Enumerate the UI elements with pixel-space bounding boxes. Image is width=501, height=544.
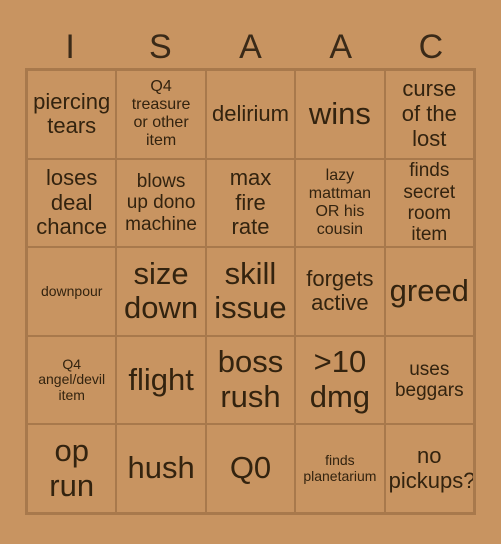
bingo-cell-label: greed	[389, 273, 469, 309]
bingo-cell-r2c0[interactable]: downpour	[27, 247, 117, 336]
bingo-cell-label: Q4 treasure or other item	[131, 78, 191, 150]
bingo-cell-label: delirium	[211, 100, 289, 126]
bingo-cell-r1c2[interactable]: max fire rate	[205, 158, 296, 248]
bingo-cell-label: loses deal chance	[36, 164, 108, 240]
bingo-cell-r4c2[interactable]: Q0	[205, 424, 296, 513]
bingo-cell-label: boss rush	[217, 344, 284, 415]
bingo-cell-r1c0[interactable]: loses deal chance	[27, 158, 117, 248]
bingo-cell-label: flight	[128, 361, 194, 397]
bingo-cell-label: skill issue	[214, 255, 287, 326]
bingo-cell-label: curse of the lost	[401, 76, 457, 151]
header-letter-0: I	[65, 28, 75, 66]
bingo-cell-r0c2[interactable]: delirium	[205, 70, 296, 159]
bingo-cell-label: max fire rate	[229, 164, 272, 240]
bingo-cell-label: downpour	[40, 282, 103, 299]
bingo-cell-label: hush	[127, 450, 195, 486]
bingo-cell-r0c4[interactable]: curse of the lost	[384, 70, 474, 159]
bingo-cell-label: op run	[49, 432, 95, 503]
bingo-cell-r3c3[interactable]: >10 dmg	[295, 335, 385, 425]
header-letter-2: A	[239, 28, 262, 66]
bingo-cell-r0c3[interactable]: wins	[295, 70, 385, 159]
bingo-cell-r3c2[interactable]: boss rush	[205, 335, 296, 425]
bingo-cell-r3c0[interactable]: Q4 angel/devil item	[27, 335, 117, 425]
bingo-cell-label: blows up dono machine	[125, 170, 197, 235]
bingo-cell-label: size down	[124, 255, 199, 326]
bingo-cell-r1c4[interactable]: finds secret room item	[384, 158, 474, 248]
bingo-cell-label: finds secret room item	[403, 160, 456, 246]
bingo-cell-r0c0[interactable]: piercing tears	[27, 70, 117, 159]
bingo-cell-label: Q4 angel/devil item	[38, 355, 106, 403]
bingo-cell-label: finds planetarium	[303, 452, 377, 484]
bingo-cell-r3c1[interactable]: flight	[116, 335, 206, 425]
bingo-header: I S A A C	[25, 26, 476, 68]
header-letter-4: C	[418, 28, 444, 66]
bingo-cell-r4c1[interactable]: hush	[116, 424, 206, 513]
bingo-cell-r1c3[interactable]: lazy mattman OR his cousin	[295, 158, 385, 248]
bingo-cell-r2c2[interactable]: skill issue	[205, 247, 296, 336]
bingo-cell-r0c1[interactable]: Q4 treasure or other item	[116, 70, 206, 159]
bingo-card: I S A A C piercing tears Q4 treasure or …	[0, 0, 501, 544]
bingo-cell-label: >10 dmg	[309, 344, 371, 415]
bingo-cell-r4c0[interactable]: op run	[27, 424, 117, 513]
bingo-cell-r1c1[interactable]: blows up dono machine	[116, 158, 206, 248]
bingo-cell-label: forgets active	[306, 265, 374, 316]
bingo-cell-label: uses beggars	[394, 358, 464, 402]
bingo-cell-label: wins	[308, 95, 371, 131]
bingo-cell-r4c4[interactable]: no pickups?	[384, 424, 474, 513]
header-letter-1: S	[148, 28, 172, 66]
bingo-cell-label: Q0	[229, 450, 272, 486]
bingo-cell-label: lazy mattman OR his cousin	[308, 167, 372, 238]
bingo-cell-label: no pickups?	[388, 443, 474, 493]
bingo-cell-r3c4[interactable]: uses beggars	[384, 335, 474, 425]
bingo-grid: piercing tears Q4 treasure or other item…	[25, 68, 476, 515]
bingo-cell-r2c4[interactable]: greed	[384, 247, 474, 336]
bingo-cell-label: piercing tears	[33, 88, 111, 139]
header-letter-3: A	[329, 28, 353, 66]
bingo-cell-r2c1[interactable]: size down	[116, 247, 206, 336]
bingo-cell-r4c3[interactable]: finds planetarium	[295, 424, 385, 513]
bingo-cell-r2c3[interactable]: forgets active	[295, 247, 385, 336]
